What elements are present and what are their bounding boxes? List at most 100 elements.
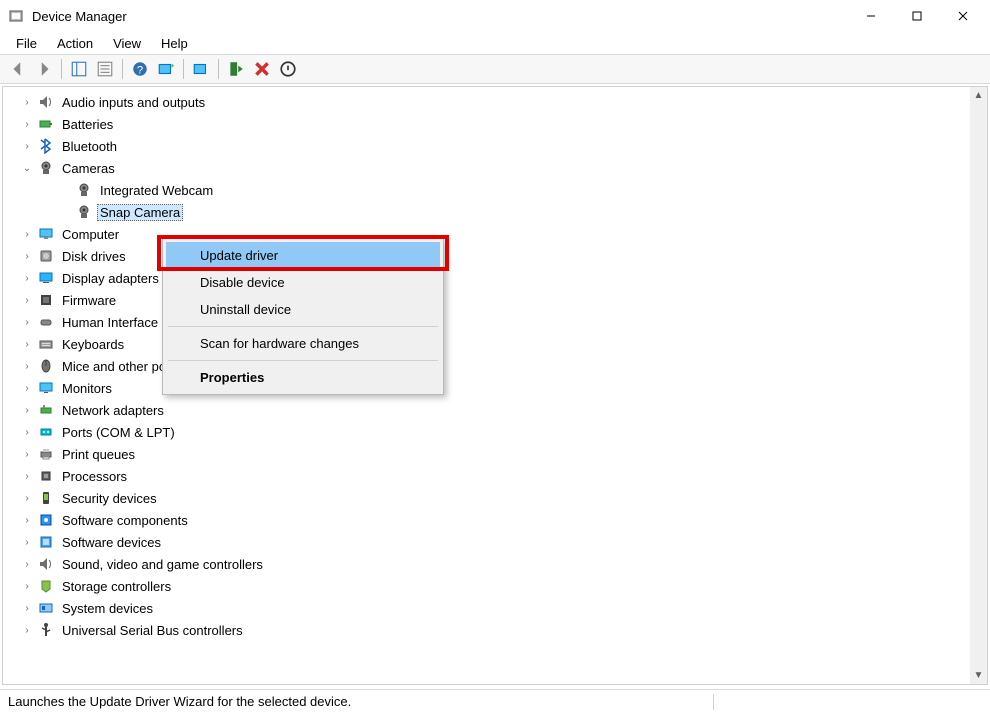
menu-file[interactable]: File — [6, 34, 47, 53]
tree-item[interactable]: ›Software devices — [3, 531, 987, 553]
hid-icon — [37, 313, 55, 331]
toolbar-uninstall-button[interactable] — [250, 57, 274, 81]
tree-item[interactable]: ›System devices — [3, 597, 987, 619]
chevron-right-icon[interactable]: › — [19, 358, 35, 374]
tree-item[interactable]: ›Storage controllers — [3, 575, 987, 597]
chevron-right-icon[interactable]: › — [19, 270, 35, 286]
tree-item[interactable]: ›Sound, video and game controllers — [3, 553, 987, 575]
statusbar: Launches the Update Driver Wizard for th… — [0, 689, 990, 713]
tree-item[interactable]: ⌄Cameras — [3, 157, 987, 179]
chevron-right-icon[interactable]: › — [19, 424, 35, 440]
chevron-right-icon[interactable]: › — [19, 512, 35, 528]
tree-item[interactable]: ›Print queues — [3, 443, 987, 465]
menu-action[interactable]: Action — [47, 34, 103, 53]
context-menu-item[interactable]: Update driver — [166, 242, 440, 269]
tree-item-label: Audio inputs and outputs — [59, 94, 208, 111]
toolbar-help-button[interactable]: ? — [128, 57, 152, 81]
tree-item-label: Ports (COM & LPT) — [59, 424, 178, 441]
security-icon — [37, 489, 55, 507]
tree-wrap: › Audio inputs and outputs › Batteries › Blue… — [2, 86, 988, 685]
scroll-up-icon[interactable]: ▲ — [970, 87, 987, 104]
tree-item[interactable]: ›Human Interface Devices — [3, 311, 987, 333]
tree-item[interactable]: › Batteries — [3, 113, 987, 135]
minimize-button[interactable] — [848, 0, 894, 32]
scroll-down-icon[interactable]: ▼ — [970, 667, 987, 684]
chevron-right-icon[interactable]: › — [19, 248, 35, 264]
battery-icon — [37, 115, 55, 133]
context-menu-item[interactable]: Scan for hardware changes — [166, 330, 440, 357]
titlebar: Device Manager — [0, 0, 990, 32]
tree-item[interactable]: ›Computer — [3, 223, 987, 245]
menu-view[interactable]: View — [103, 34, 151, 53]
close-button[interactable] — [940, 0, 986, 32]
tree-item[interactable]: › Universal Serial Bus controllers — [3, 619, 987, 641]
toolbar-update-driver-button[interactable] — [189, 57, 213, 81]
tree-item[interactable]: › Processors — [3, 465, 987, 487]
chevron-right-icon[interactable]: › — [19, 556, 35, 572]
tree-item-label: Batteries — [59, 116, 116, 133]
chevron-right-icon[interactable]: › — [19, 314, 35, 330]
tree-item[interactable]: › Audio inputs and outputs — [3, 91, 987, 113]
tree-item[interactable]: ›Mice and other pointing devices — [3, 355, 987, 377]
context-menu-sep — [168, 360, 438, 361]
tree-item-label: Processors — [59, 468, 130, 485]
chevron-right-icon[interactable]: › — [19, 94, 35, 110]
tree-item-label: Universal Serial Bus controllers — [59, 622, 246, 639]
chevron-right-icon[interactable]: › — [19, 446, 35, 462]
system-icon — [37, 599, 55, 617]
menu-help[interactable]: Help — [151, 34, 198, 53]
swcomp-icon — [37, 511, 55, 529]
toolbar-properties-button[interactable] — [93, 57, 117, 81]
disk-icon — [37, 247, 55, 265]
port-icon — [37, 423, 55, 441]
tree-item[interactable]: › Ports (COM & LPT) — [3, 421, 987, 443]
chevron-right-icon[interactable]: › — [19, 226, 35, 242]
tree-item-label: Display adapters — [59, 270, 162, 287]
device-tree[interactable]: › Audio inputs and outputs › Batteries › Blue… — [3, 87, 987, 684]
chevron-right-icon[interactable]: › — [19, 600, 35, 616]
context-menu-sep — [168, 326, 438, 327]
toolbar-sep — [183, 59, 184, 79]
maximize-button[interactable] — [894, 0, 940, 32]
chevron-right-icon[interactable]: › — [19, 402, 35, 418]
tree-item[interactable]: Snap Camera — [3, 201, 987, 223]
context-menu-item[interactable]: Disable device — [166, 269, 440, 296]
tree-item[interactable]: › Display adapters — [3, 267, 987, 289]
chevron-right-icon[interactable]: › — [19, 468, 35, 484]
chevron-right-icon[interactable]: › — [19, 292, 35, 308]
tree-item[interactable]: ›Monitors — [3, 377, 987, 399]
chevron-right-icon[interactable]: › — [19, 138, 35, 154]
tree-item[interactable]: › Software components — [3, 509, 987, 531]
tree-item-label: Bluetooth — [59, 138, 120, 155]
toolbar-forward-button[interactable] — [32, 57, 56, 81]
tree-item[interactable]: › Bluetooth — [3, 135, 987, 157]
svg-text:?: ? — [137, 65, 143, 77]
tree-item-label: Software components — [59, 512, 191, 529]
chevron-right-icon[interactable]: › — [19, 534, 35, 550]
camera-icon — [37, 159, 55, 177]
chevron-right-icon[interactable]: › — [19, 336, 35, 352]
tree-item[interactable]: ›Network adapters — [3, 399, 987, 421]
toolbar-back-button[interactable] — [6, 57, 30, 81]
tree-item[interactable]: ›Security devices — [3, 487, 987, 509]
chevron-right-icon[interactable]: › — [19, 490, 35, 506]
scroll-track[interactable] — [970, 104, 987, 667]
tree-item[interactable]: ›Disk drives — [3, 245, 987, 267]
firmware-icon — [37, 291, 55, 309]
context-menu-item[interactable]: Uninstall device — [166, 296, 440, 323]
tree-item[interactable]: ›Firmware — [3, 289, 987, 311]
scrollbar[interactable]: ▲ ▼ — [970, 87, 987, 684]
chevron-down-icon[interactable]: ⌄ — [19, 160, 35, 176]
context-menu-item[interactable]: Properties — [166, 364, 440, 391]
chevron-right-icon[interactable]: › — [19, 116, 35, 132]
chevron-right-icon[interactable]: › — [19, 622, 35, 638]
chevron-right-icon[interactable]: › — [19, 578, 35, 594]
tree-item[interactable]: Integrated Webcam — [3, 179, 987, 201]
toolbar-scan-hardware-button[interactable] — [154, 57, 178, 81]
app-icon — [8, 8, 24, 24]
chevron-right-icon[interactable]: › — [19, 380, 35, 396]
toolbar-disable-button[interactable] — [276, 57, 300, 81]
toolbar-enable-button[interactable] — [224, 57, 248, 81]
toolbar-show-hide-tree-button[interactable] — [67, 57, 91, 81]
tree-item[interactable]: ›Keyboards — [3, 333, 987, 355]
